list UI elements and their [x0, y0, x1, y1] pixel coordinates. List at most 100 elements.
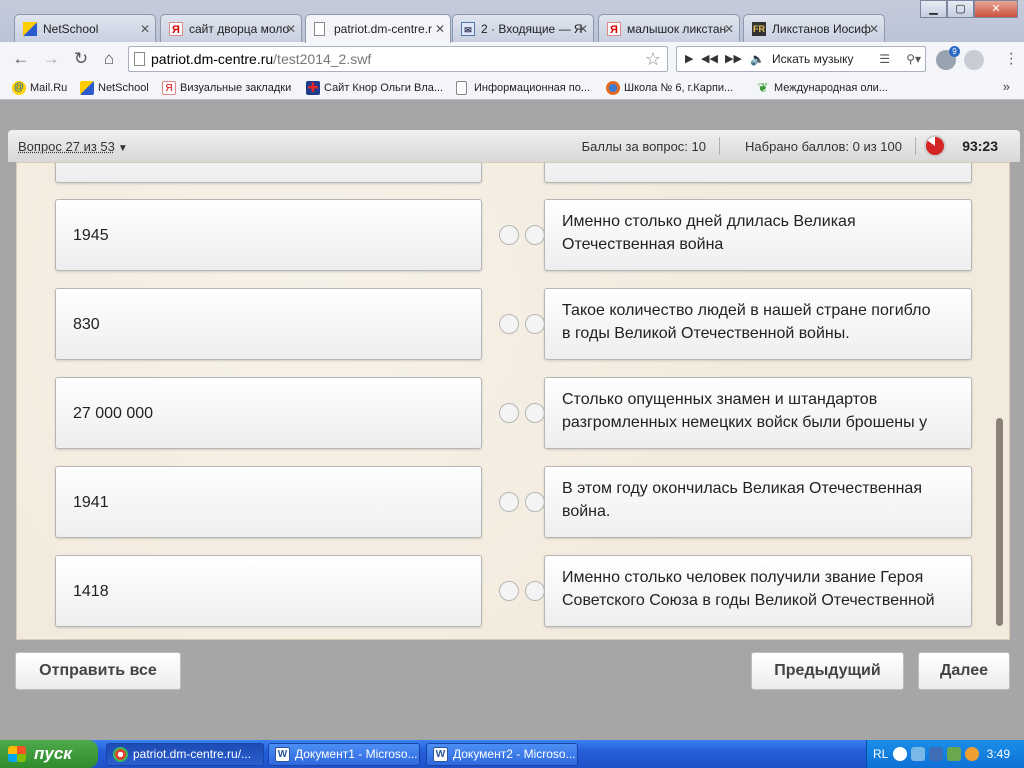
- address-path: /test2014_2.swf: [273, 51, 372, 67]
- connector-in-icon[interactable]: [525, 403, 545, 423]
- reload-button[interactable]: ↻: [70, 48, 92, 70]
- tab-label: NetSchool: [43, 22, 99, 36]
- music-search-box[interactable]: ▶ ◀◀ ▶▶ 🔈 Искать музыку ☰ ⚲▾: [676, 46, 926, 72]
- tab-patriot[interactable]: patriot.dm-centre.r ✕: [305, 14, 451, 43]
- next-button[interactable]: Далее: [918, 652, 1010, 690]
- right-card-line: В этом году окончилась Великая Отечестве…: [562, 480, 922, 497]
- page-icon: [314, 22, 325, 36]
- bookmark-item[interactable]: Я Визуальные закладки: [162, 79, 291, 97]
- right-card[interactable]: Именно столько дней длилась Великая Отеч…: [544, 199, 972, 271]
- address-bar[interactable]: patriot.dm-centre.ru/test2014_2.swf ☆: [128, 46, 668, 72]
- left-card-text: 1945: [73, 227, 109, 244]
- right-card[interactable]: Именно столько человек получили звание Г…: [544, 555, 972, 627]
- tab-label: сайт дворца моло: [189, 22, 290, 36]
- bookmark-item[interactable]: ❦ Международная оли...: [756, 79, 888, 97]
- previous-button[interactable]: Предыдущий: [751, 652, 904, 690]
- browser-menu-icon[interactable]: · · ·: [1009, 46, 1014, 72]
- tab-mail[interactable]: ✉ 2 · Входящие — Я ✕: [452, 14, 594, 42]
- home-button[interactable]: ⌂: [98, 48, 120, 70]
- netschool-icon: [23, 22, 37, 36]
- right-card[interactable]: Столько опущенных знамен и штандартов ра…: [544, 377, 972, 449]
- close-icon[interactable]: ✕: [435, 15, 445, 43]
- leaf-icon: ❦: [757, 80, 769, 95]
- connector-in-icon[interactable]: [525, 314, 545, 334]
- left-card[interactable]: 27 000 000: [55, 377, 482, 449]
- connector-out-icon[interactable]: [499, 581, 519, 601]
- bookmark-item[interactable]: NetSchool: [80, 79, 149, 97]
- fast-forward-icon[interactable]: ▶▶: [725, 47, 742, 71]
- right-card[interactable]: В этом году окончилась Великая Отечестве…: [544, 466, 972, 538]
- minimize-button[interactable]: ▁: [920, 0, 947, 18]
- rewind-icon[interactable]: ◀◀: [701, 47, 718, 71]
- right-card-text: Столько опущенных знамен и штандартов ра…: [562, 389, 959, 434]
- close-icon[interactable]: ✕: [578, 15, 588, 42]
- scrollbar-thumb[interactable]: [996, 418, 1003, 626]
- bookmark-item[interactable]: Школа № 6, г.Карпи...: [606, 79, 733, 97]
- task-label: Документ1 - Microso...: [295, 747, 418, 761]
- forward-button[interactable]: →: [40, 48, 62, 70]
- taskbar-item-browser[interactable]: patriot.dm-centre.ru/...: [106, 743, 264, 766]
- bookmark-label: Информационная по...: [474, 82, 591, 94]
- tab-netschool[interactable]: NetSchool ✕: [14, 14, 156, 42]
- left-card[interactable]: 1945: [55, 199, 482, 271]
- connector-in-icon[interactable]: [525, 225, 545, 245]
- close-icon[interactable]: ✕: [869, 15, 879, 42]
- question-header: Вопрос 27 из 53 ▼ Баллы за вопрос: 10 Наб…: [8, 130, 1020, 162]
- bookmark-star-icon[interactable]: ☆: [645, 47, 661, 71]
- right-card-partial[interactable]: [544, 163, 972, 183]
- question-number: Вопрос 27 из 53: [18, 139, 115, 154]
- language-indicator[interactable]: RL: [873, 740, 888, 768]
- question-selector[interactable]: Вопрос 27 из 53 ▼: [18, 139, 128, 154]
- tab-dvorets[interactable]: Я сайт дворца моло ✕: [160, 14, 302, 42]
- bookmark-item[interactable]: Информационная по...: [456, 79, 590, 97]
- tab-label: patriot.dm-centre.r: [334, 22, 433, 36]
- play-icon[interactable]: ▶: [685, 47, 693, 71]
- tab-label: 2 · Входящие — Я: [481, 22, 583, 36]
- menu-icon[interactable]: ☰: [879, 47, 890, 71]
- back-button[interactable]: ←: [10, 48, 32, 70]
- connector-out-icon[interactable]: [499, 314, 519, 334]
- yandex-icon: Я: [162, 81, 176, 95]
- submit-all-button[interactable]: Отправить все: [15, 652, 181, 690]
- timer-icon: [924, 135, 946, 157]
- close-icon[interactable]: ✕: [286, 15, 296, 42]
- left-card[interactable]: 1941: [55, 466, 482, 538]
- bookmark-label: NetSchool: [98, 82, 149, 94]
- bookmark-item[interactable]: ✚ Сайт Кнор Ольги Вла...: [306, 79, 443, 97]
- taskbar-item-document2[interactable]: W Документ2 - Microso...: [426, 743, 578, 766]
- nvidia-icon[interactable]: [947, 747, 961, 761]
- left-card[interactable]: 1418: [55, 555, 482, 627]
- left-card[interactable]: 830: [55, 288, 482, 360]
- connector-in-icon[interactable]: [525, 581, 545, 601]
- connector-out-icon[interactable]: [499, 403, 519, 423]
- connector-out-icon[interactable]: [499, 492, 519, 512]
- volume-icon[interactable]: 🔈: [750, 47, 765, 71]
- left-card-partial[interactable]: [55, 163, 482, 183]
- tab-malyshok[interactable]: Я малышок ликстан ✕: [598, 14, 740, 42]
- bookmark-item[interactable]: @ Mail.Ru: [12, 79, 67, 97]
- maximize-button[interactable]: ▢: [947, 0, 974, 18]
- right-card[interactable]: Такое количество людей в нашей стране по…: [544, 288, 972, 360]
- taskbar-item-document1[interactable]: W Документ1 - Microso...: [268, 743, 420, 766]
- tray-back-icon[interactable]: [893, 747, 907, 761]
- tab-likstanov[interactable]: FR Ликстанов Иосиф ✕: [743, 14, 885, 42]
- connector-in-icon[interactable]: [525, 492, 545, 512]
- close-window-button[interactable]: ✕: [974, 0, 1018, 18]
- connector-out-icon[interactable]: [499, 225, 519, 245]
- mail-icon: ✉: [461, 22, 475, 36]
- close-icon[interactable]: ✕: [724, 15, 734, 42]
- tray-app-icon[interactable]: [929, 747, 943, 761]
- firefox-icon: [606, 81, 620, 95]
- search-icon[interactable]: ⚲▾: [906, 47, 921, 71]
- tray-status-icon[interactable]: [965, 747, 979, 761]
- start-button[interactable]: пуск: [0, 740, 98, 768]
- page-content: Вопрос 27 из 53 ▼ Баллы за вопрос: 10 Наб…: [0, 100, 1024, 740]
- bookmarks-more-button[interactable]: »: [1003, 79, 1010, 94]
- timer-value: 93:23: [962, 138, 998, 154]
- network-icon[interactable]: [911, 747, 925, 761]
- close-icon[interactable]: ✕: [140, 15, 150, 42]
- profile-icon[interactable]: [964, 50, 984, 70]
- right-card-line: Столько опущенных знамен и штандартов: [562, 391, 878, 408]
- extension-icon[interactable]: [936, 46, 960, 70]
- yandex-icon: Я: [607, 22, 621, 36]
